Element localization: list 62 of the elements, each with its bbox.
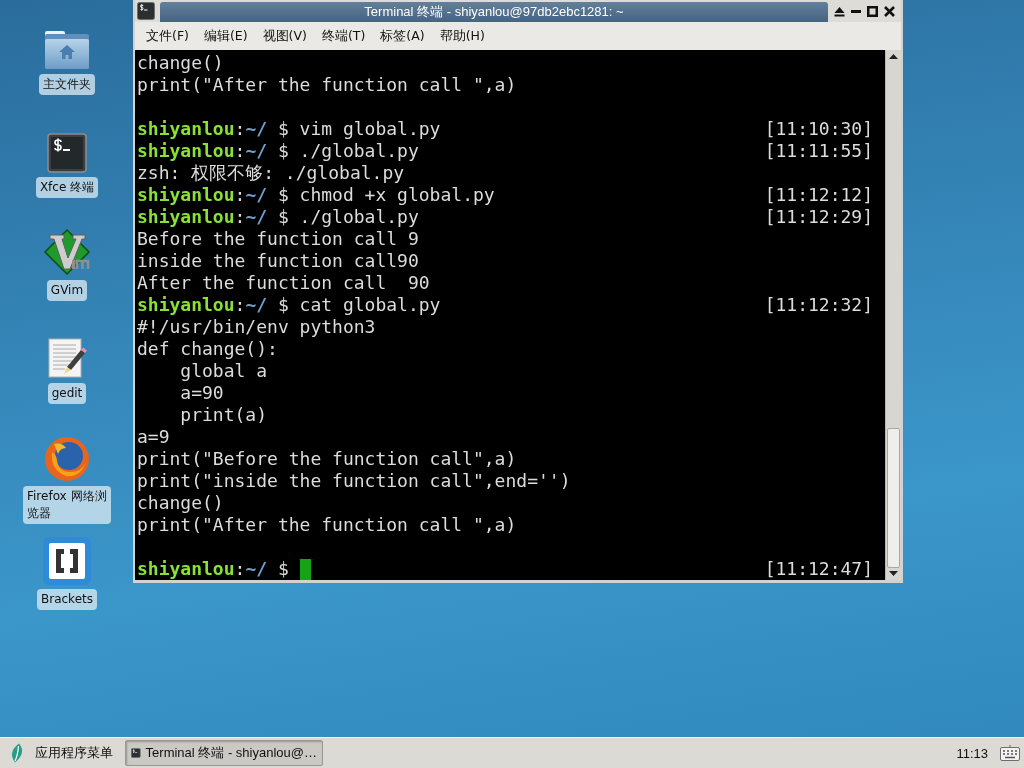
- menu-item[interactable]: 编辑(E): [196, 25, 255, 47]
- command-line-text: shiyanlou:~/ $: [137, 558, 289, 580]
- taskbar-window-button[interactable]: Terminal 终端 - shiyanlou@…: [125, 740, 323, 766]
- keyboard-icon[interactable]: [1000, 745, 1020, 761]
- output-text: change(): [137, 492, 224, 514]
- timestamp-text: [11:12:29]: [764, 206, 873, 228]
- desktop-icon-label[interactable]: Firefox 网络浏览器: [23, 486, 111, 524]
- terminal-icon: [131, 746, 141, 760]
- down-arrow-icon[interactable]: [889, 571, 898, 576]
- text-editor-icon[interactable]: [47, 337, 87, 379]
- timestamp-text: [11:12:12]: [764, 184, 873, 206]
- command-line-text: shiyanlou:~/ $ vim global.py: [137, 118, 441, 140]
- command-line-text: shiyanlou:~/ $ chmod +x global.py: [137, 184, 495, 206]
- up-arrow-icon[interactable]: [889, 54, 898, 59]
- browser-globe-icon[interactable]: [44, 436, 90, 482]
- command-line-text: shiyanlou:~/ $ cat global.py: [137, 294, 441, 316]
- output-text: inside the function call90: [137, 250, 419, 272]
- window-title: Terminal 终端 - shiyanlou@97db2ebc1281: ~: [364, 3, 624, 21]
- output-text: global a: [179, 360, 268, 382]
- output-text: def change():: [137, 338, 278, 360]
- timestamp-text: [11:12:47]: [764, 558, 873, 580]
- shade-icon[interactable]: [834, 5, 845, 17]
- scrollbar-thumb[interactable]: [887, 428, 900, 568]
- menu-item[interactable]: 视图(V): [255, 25, 314, 47]
- maximize-icon[interactable]: [867, 5, 878, 17]
- desktop-icon-label[interactable]: 主文件夹: [39, 74, 95, 95]
- desktop-icon-label[interactable]: Brackets: [37, 589, 97, 610]
- output-text: Before the function call 9: [137, 228, 419, 250]
- command-line-text: shiyanlou:~/ $ ./global.py: [137, 140, 419, 162]
- output-text: zsh: 权限不够: ./global.py: [137, 162, 405, 184]
- vertical-scrollbar[interactable]: [885, 50, 901, 580]
- menu-item[interactable]: 帮助(H): [432, 25, 492, 47]
- minimize-icon[interactable]: [851, 9, 861, 13]
- output-text: print(a): [179, 404, 268, 426]
- timestamp-text: [11:12:32]: [764, 294, 873, 316]
- output-text: a=90: [179, 382, 224, 404]
- output-text: After the function call 90: [137, 272, 430, 294]
- home-folder-icon[interactable]: [44, 30, 90, 70]
- vim-logo-icon[interactable]: [43, 228, 91, 276]
- terminal-icon[interactable]: [47, 133, 87, 173]
- timestamp-text: [11:10:30]: [764, 118, 873, 140]
- timestamp-text: [11:11:55]: [764, 140, 873, 162]
- menu-item[interactable]: 文件(F): [139, 25, 196, 47]
- command-line-text: shiyanlou:~/ $ ./global.py: [137, 206, 419, 228]
- applications-menu[interactable]: 应用程序菜单: [35, 744, 113, 762]
- output-text: print("Before the function call",a): [137, 448, 517, 470]
- output-text: print("After the function call ",a): [137, 514, 517, 536]
- output-text: change(): [137, 52, 224, 74]
- terminal-icon[interactable]: [137, 2, 155, 20]
- menu-item[interactable]: 终端(T): [314, 25, 373, 47]
- desktop-icon-label[interactable]: Xfce 终端: [35, 177, 99, 198]
- output-text: a=9: [137, 426, 170, 448]
- desktop-icon-label[interactable]: gedit: [47, 383, 87, 404]
- leaf-icon[interactable]: [10, 743, 24, 763]
- close-icon[interactable]: [884, 5, 895, 17]
- brackets-logo-icon[interactable]: [43, 537, 91, 585]
- output-text: print("inside the function call",end=''): [137, 470, 571, 492]
- clock-text[interactable]: 11:13: [956, 745, 988, 761]
- menu-item[interactable]: 标签(A): [373, 25, 432, 47]
- output-text: print("After the function call ",a): [137, 74, 517, 96]
- desktop-icon-label[interactable]: GVim: [46, 280, 88, 301]
- output-text: #!/usr/bin/env python3: [137, 316, 376, 338]
